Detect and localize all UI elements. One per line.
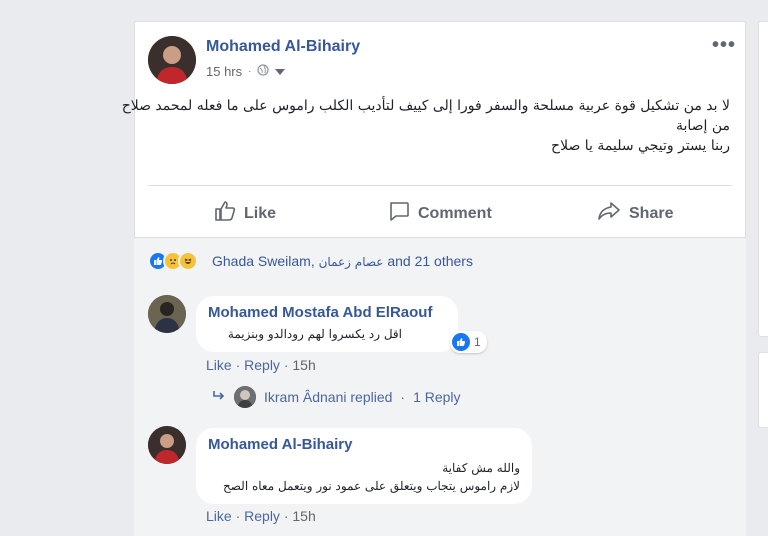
comment-text: اقل رد يكسروا لهم رودالدو وبنزيمة xyxy=(227,327,402,341)
meta-separator: · xyxy=(248,66,252,77)
more-options-icon[interactable]: ••• xyxy=(712,34,736,57)
reply-arrow-icon xyxy=(212,389,226,405)
comment-time[interactable]: 15h xyxy=(292,357,315,373)
comment-like-count[interactable]: 1 xyxy=(450,331,487,353)
comment-bubble: Mohamed Al-Bihairy والله مش كفاية لازم ر… xyxy=(196,428,532,504)
avatar[interactable] xyxy=(148,36,196,84)
reply-author[interactable]: Ikram Âdnani replied xyxy=(264,389,392,405)
comment-time[interactable]: 15h xyxy=(292,508,315,524)
like-count: 1 xyxy=(474,335,481,349)
comment-like-link[interactable]: Like xyxy=(206,357,232,373)
comment-label: Comment xyxy=(418,204,492,222)
post-text-line: ربنا يستر وتيجي سليمة يا صلاح xyxy=(551,138,730,154)
post-text: لا بد من تشكيل قوة عربية مسلحة والسفر فو… xyxy=(121,96,730,156)
reply-count[interactable]: 1 Reply xyxy=(413,389,460,405)
comment-author[interactable]: Mohamed Al-Bihairy xyxy=(208,436,520,453)
comment-actions: Like · Reply · 15h xyxy=(206,357,316,373)
share-icon xyxy=(597,200,621,227)
reactor-name[interactable]: Ghada Sweilam, xyxy=(212,253,315,269)
comment-actions: Like · Reply · 15h xyxy=(206,508,316,524)
globe-icon xyxy=(257,64,270,79)
thumbs-up-icon xyxy=(214,200,236,227)
post-time[interactable]: 15 hrs xyxy=(206,64,242,79)
comment-like-link[interactable]: Like xyxy=(206,508,232,524)
post-meta: 15 hrs · xyxy=(206,64,286,79)
reactor-name[interactable]: عصام زعمان xyxy=(319,255,384,269)
comment-reply-link[interactable]: Reply xyxy=(244,357,280,373)
post-text-line: من إصابة xyxy=(675,118,730,134)
reply-separator: · xyxy=(400,389,406,405)
sidebar-card-2 xyxy=(758,352,768,428)
divider xyxy=(134,237,746,238)
comment-author[interactable]: Mohamed Mostafa Abd ElRaouf xyxy=(208,304,446,321)
link-separator: · xyxy=(235,357,245,373)
share-button[interactable]: Share xyxy=(597,200,673,227)
post-author[interactable]: Mohamed Al-Bihairy xyxy=(206,38,360,56)
comment-icon xyxy=(388,200,410,227)
like-button[interactable]: Like xyxy=(214,200,276,227)
avatar[interactable] xyxy=(148,426,186,464)
divider xyxy=(148,185,732,186)
reactors-summary[interactable]: Ghada Sweilam, عصام زعمان and 21 others xyxy=(212,253,473,269)
post-text-line: لا بد من تشكيل قوة عربية مسلحة والسفر فو… xyxy=(121,98,730,114)
reaction-icons[interactable] xyxy=(148,251,198,271)
haha-reaction-icon xyxy=(178,251,198,271)
comment-reply-link[interactable]: Reply xyxy=(244,508,280,524)
sidebar-card xyxy=(758,21,768,337)
share-label: Share xyxy=(629,204,674,222)
comment-text-line: لازم راموس يتجاب ويتعلق على عمود نور ويت… xyxy=(223,479,520,493)
comment-button[interactable]: Comment xyxy=(388,200,492,227)
like-badge-icon xyxy=(452,333,470,351)
avatar xyxy=(234,386,256,408)
comment-bubble: Mohamed Mostafa Abd ElRaouf اقل رد يكسرو… xyxy=(196,296,458,352)
like-label: Like xyxy=(244,204,277,222)
avatar[interactable] xyxy=(148,295,186,333)
comment-text-line: والله مش كفاية xyxy=(442,461,520,475)
reactor-others[interactable]: and 21 others xyxy=(387,253,473,269)
link-separator: · xyxy=(235,508,245,524)
audience-dropdown-icon[interactable] xyxy=(275,64,286,79)
replies-summary[interactable]: Ikram Âdnani replied · 1 Reply xyxy=(212,386,461,408)
